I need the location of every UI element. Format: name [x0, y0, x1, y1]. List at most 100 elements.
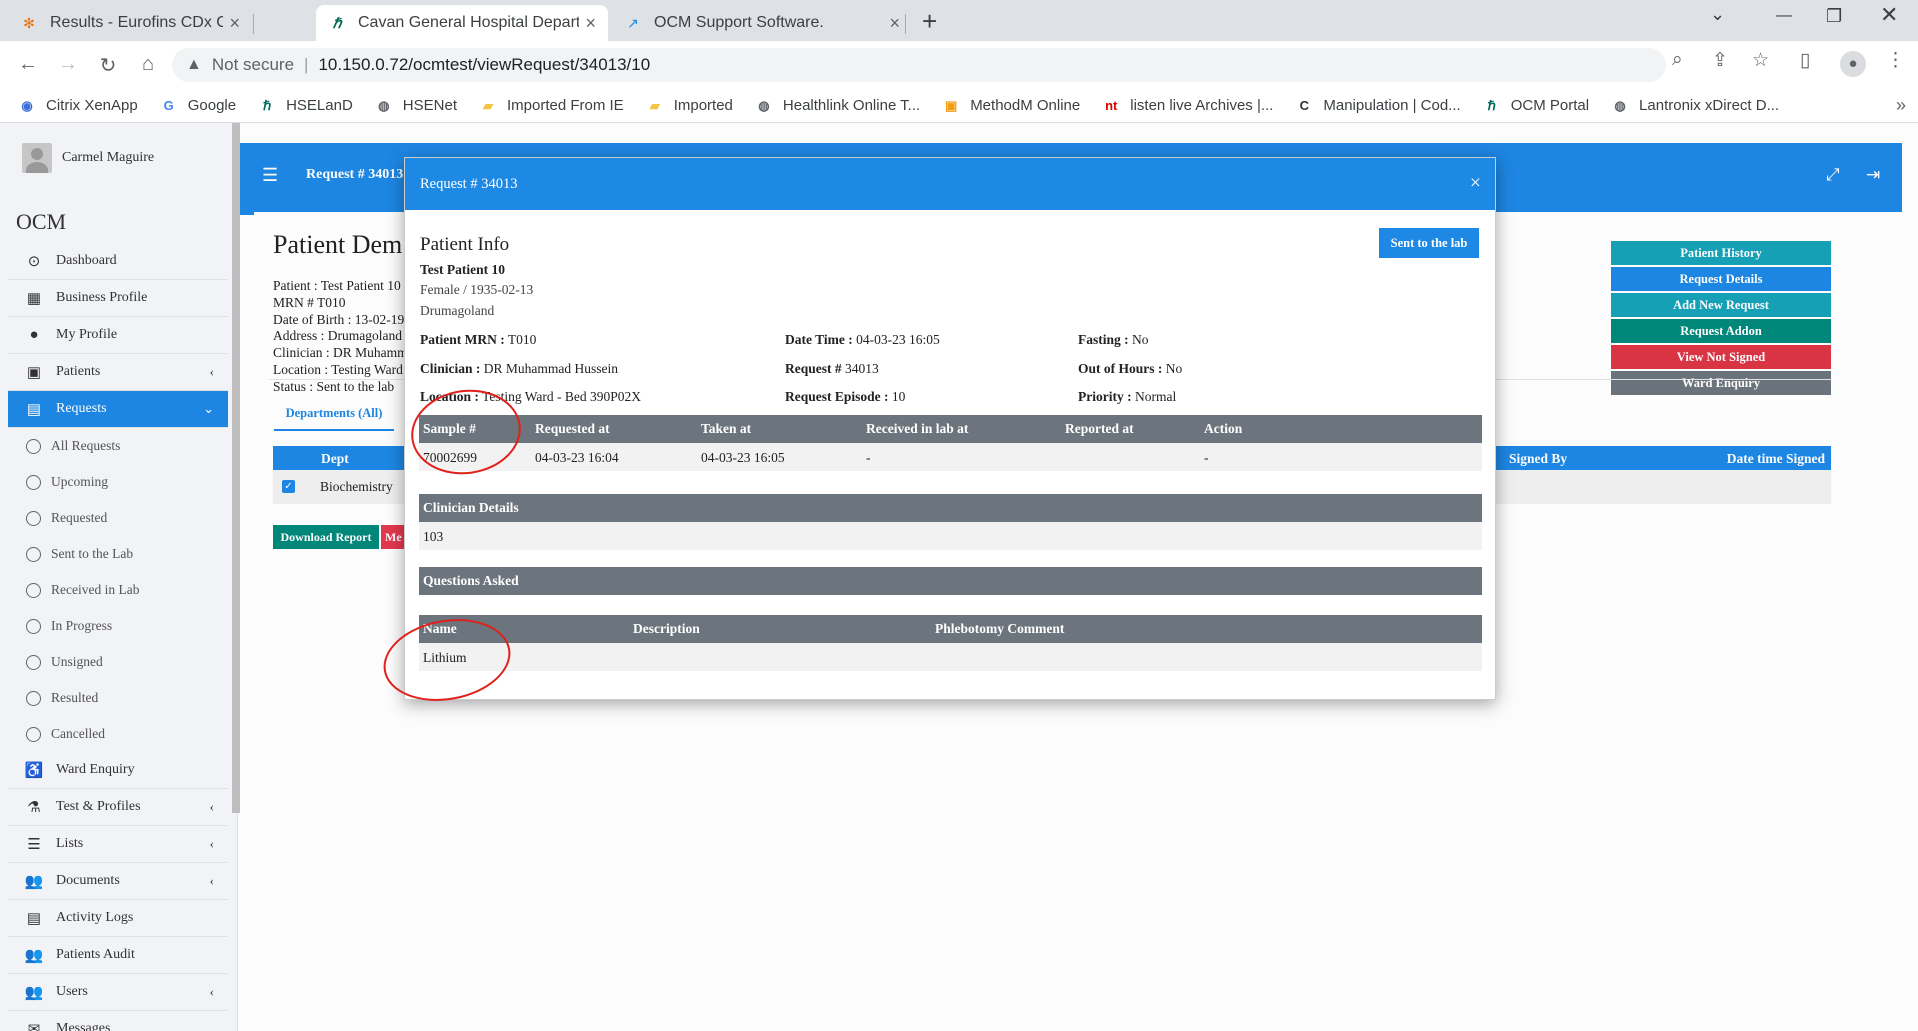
sidepanel-icon[interactable]: ▯ — [1800, 49, 1810, 72]
new-tab-button[interactable]: + — [922, 6, 937, 37]
close-tab-icon[interactable]: × — [229, 13, 240, 34]
security-status[interactable]: Not secure — [212, 55, 294, 75]
bookmark-item[interactable]: ℏ OCM Portal — [1483, 97, 1589, 115]
clinician-value: DR Muhammad Hussein — [483, 361, 619, 376]
google-icon: G — [163, 98, 174, 113]
out-of-hours-field: Out of Hours : No — [1078, 361, 1182, 377]
window-close-icon[interactable]: ✕ — [1880, 2, 1898, 28]
bookmark-label: Imported — [673, 97, 733, 114]
bookmark-item[interactable]: ▰ Imported From IE — [479, 97, 624, 115]
bookmark-star-icon[interactable]: ☆ — [1752, 49, 1769, 72]
datetime-field: Date Time : 04-03-23 16:05 — [785, 332, 940, 348]
browser-tab-eurofins[interactable]: ✻ Results - Eurofins CDx Connect × — [8, 5, 252, 41]
mrn-label: Patient MRN : — [420, 332, 505, 347]
phlebotomy-comment-header: Phlebotomy Comment — [935, 621, 1065, 636]
priority-value: Normal — [1134, 389, 1177, 404]
request-modal: Request # 34013 × Patient Info Sent to t… — [377, 157, 1496, 711]
request-field: Request # 34013 — [785, 361, 879, 377]
tab-search-icon[interactable]: ⌄ — [1710, 4, 1725, 25]
bookmark-item[interactable]: ▣ MethodM Online — [942, 97, 1080, 115]
request-label: Request # — [785, 361, 842, 376]
more-bookmarks-icon[interactable]: » — [1896, 95, 1906, 116]
table-row[interactable]: Lithium — [419, 643, 1482, 671]
bookmark-label: listen live Archives |... — [1130, 97, 1274, 114]
back-icon[interactable]: ← — [16, 53, 40, 76]
methodm-icon: ▣ — [945, 97, 958, 113]
bookmark-label: HSELanD — [286, 97, 353, 114]
ocm-support-icon: ↗ — [627, 14, 639, 31]
bookmark-item[interactable]: ◍ Healthlink Online T... — [755, 97, 920, 115]
bookmark-item[interactable]: ◍ Lantronix xDirect D... — [1611, 97, 1779, 115]
ooh-label: Out of Hours : — [1078, 361, 1163, 376]
profile-avatar-icon[interactable]: ● — [1840, 51, 1866, 77]
hse-icon: ℏ — [332, 14, 342, 31]
bookmark-label: Lantronix xDirect D... — [1639, 97, 1780, 114]
modal-header: Request # 34013 — [405, 158, 1495, 210]
bookmark-label: Google — [187, 97, 237, 114]
hse-icon: ℏ — [262, 97, 272, 113]
menu-kebab-icon[interactable]: ⋮ — [1886, 49, 1905, 72]
zoom-icon[interactable]: ⌕ — [1672, 49, 1683, 71]
datetime-label: Date Time : — [785, 332, 853, 347]
sent-to-lab-button[interactable]: Sent to the lab — [1379, 228, 1479, 258]
bookmark-item[interactable]: ℏ HSELanD — [258, 97, 353, 115]
url-text: 10.150.0.72/ocmtest/viewRequest/34013/10 — [318, 55, 651, 74]
fasting-value: No — [1132, 332, 1149, 347]
restore-icon[interactable]: ❐ — [1826, 6, 1842, 27]
action-cell[interactable]: - — [1204, 450, 1209, 466]
bookmark-item[interactable]: nt listen live Archives |... — [1102, 97, 1273, 115]
received-at-header: Received in lab at — [866, 421, 969, 436]
bookmark-label: OCM Portal — [1510, 97, 1590, 114]
hse-icon: ℏ — [1487, 97, 1496, 113]
datetime-value: 04-03-23 16:05 — [856, 332, 940, 347]
episode-value: 10 — [891, 389, 906, 404]
share-icon[interactable]: ⇪ — [1712, 49, 1728, 72]
home-icon[interactable]: ⌂ — [136, 53, 160, 76]
action-header: Action — [1204, 421, 1243, 436]
bookmark-item[interactable]: ◍ HSENet — [375, 97, 457, 115]
episode-label: Request Episode : — [785, 389, 889, 404]
modal-title: Request # 34013 — [420, 175, 518, 192]
globe-icon: ◍ — [1614, 97, 1626, 113]
received-at-cell: - — [866, 450, 871, 465]
bookmark-label: Imported From IE — [506, 97, 624, 114]
questions-asked-header: Questions Asked — [419, 567, 1482, 595]
requested-at-cell: 04-03-23 16:04 — [535, 450, 619, 465]
tab-separator — [253, 14, 254, 34]
url-input[interactable]: ▲ Not secure | 10.150.0.72/ocmtest/viewR… — [172, 48, 1666, 82]
bookmark-label: Citrix XenApp — [46, 97, 138, 114]
reported-at-header: Reported at — [1065, 421, 1134, 436]
description-header: Description — [633, 621, 700, 636]
warning-icon: ▲ — [186, 56, 202, 73]
bookmark-item[interactable]: ◉ Citrix XenApp — [18, 97, 138, 115]
priority-field: Priority : Normal — [1078, 389, 1176, 405]
reload-icon[interactable]: ↻ — [96, 53, 120, 78]
close-tab-icon[interactable]: × — [889, 13, 900, 34]
bookmark-item[interactable]: ▰ Imported — [646, 97, 733, 115]
patient-address: Drumagoland — [420, 303, 495, 318]
folder-icon: ▰ — [482, 97, 493, 113]
bookmark-item[interactable]: C Manipulation | Cod... — [1295, 97, 1461, 115]
taken-at-cell: 04-03-23 16:05 — [701, 450, 785, 465]
clinician-details-value: 103 — [423, 529, 444, 544]
c-icon: C — [1299, 98, 1310, 113]
bookmark-label: Healthlink Online T... — [782, 97, 921, 114]
browser-tab-cavan[interactable]: ℏ Cavan General Hospital Departm × — [316, 5, 608, 41]
browser-tab-ocm-support[interactable]: ↗ OCM Support Software. × — [612, 5, 912, 41]
bookmark-item[interactable]: G Google — [160, 97, 236, 115]
citrix-icon: ◉ — [21, 97, 33, 113]
clinician-label: Clinician : — [420, 361, 481, 376]
close-icon[interactable]: × — [1470, 172, 1481, 195]
table-row[interactable]: 70002699 04-03-23 16:04 04-03-23 16:05 -… — [419, 443, 1482, 471]
request-value: 34013 — [845, 361, 879, 376]
episode-field: Request Episode : 10 — [785, 389, 905, 405]
nt-icon: nt — [1105, 98, 1118, 113]
section-title: Patient Info — [420, 234, 510, 255]
mrn-field: Patient MRN : T010 — [420, 332, 536, 348]
eurofins-icon: ✻ — [23, 14, 35, 31]
minimize-icon[interactable]: — — [1776, 7, 1792, 25]
close-tab-icon[interactable]: × — [585, 13, 596, 34]
omnibox-separator: | — [304, 55, 309, 74]
browser-address-bar: ← → ↻ ⌂ ▲ Not secure | 10.150.0.72/ocmte… — [0, 41, 1918, 89]
forward-icon[interactable]: → — [56, 53, 80, 76]
